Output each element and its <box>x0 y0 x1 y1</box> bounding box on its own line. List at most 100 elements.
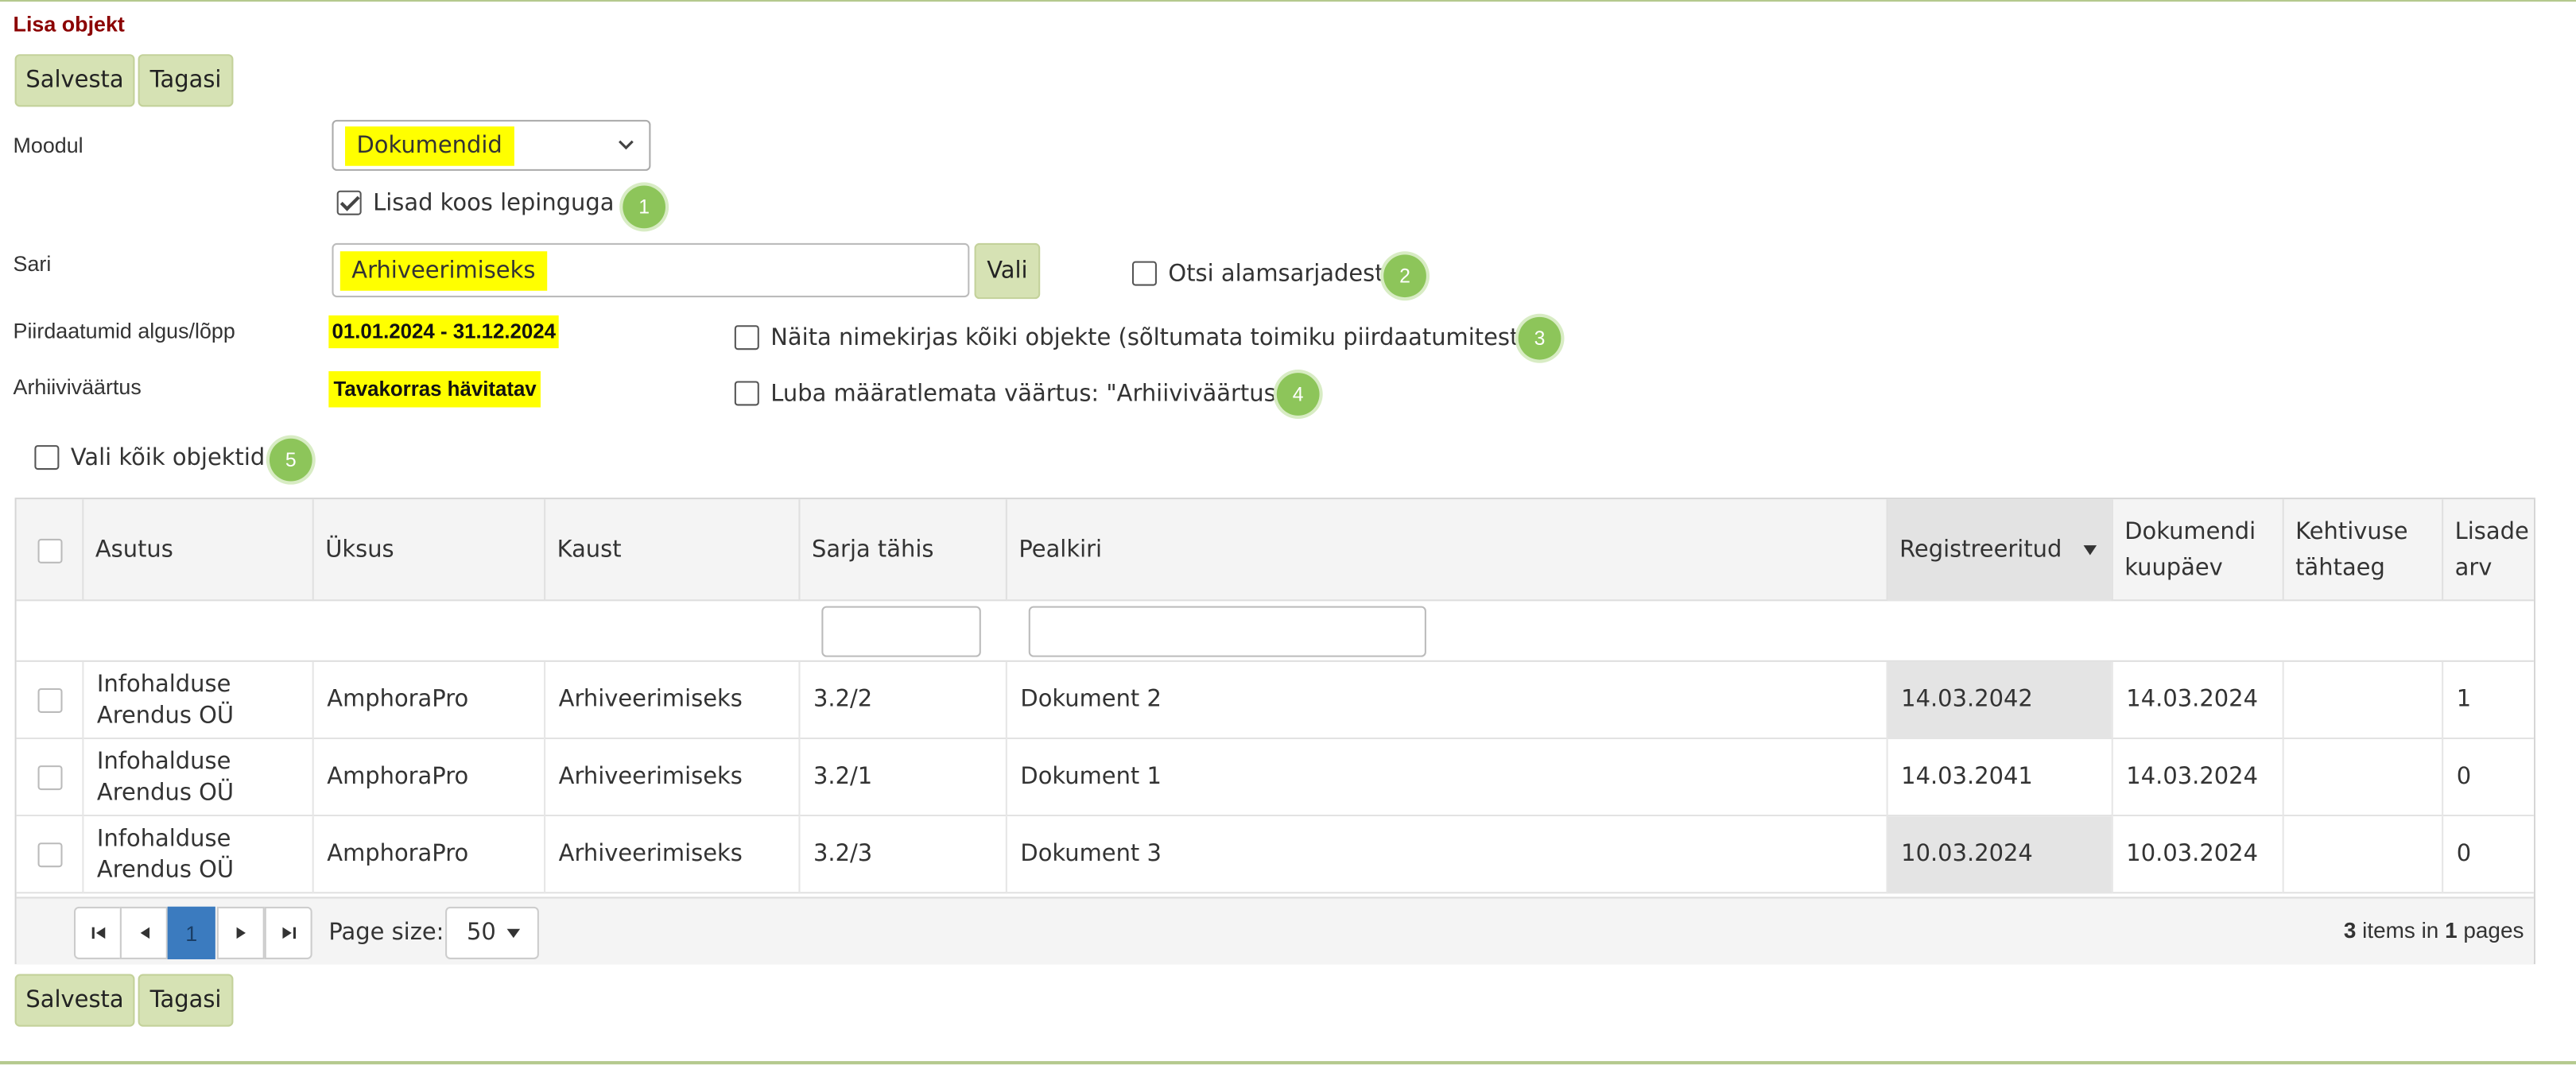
last-page-button[interactable] <box>264 906 312 959</box>
archive-label: Arhiiviväärtus <box>13 374 142 400</box>
cell-registreeritud: 14.03.2042 <box>1886 661 2112 740</box>
next-page-button[interactable] <box>216 906 265 959</box>
back-button[interactable]: Tagasi <box>138 54 234 107</box>
cell-kehtivuse-tahtaeg <box>2282 816 2442 894</box>
cell-yksus: AmphoraPro <box>312 816 544 894</box>
allow-undefined-checkbox[interactable] <box>734 381 759 406</box>
cell-sarja-tahis: 3.2/1 <box>798 739 1005 817</box>
cell-kaust: Arhiveerimiseks <box>544 739 798 817</box>
row-select-cell <box>17 662 83 739</box>
grid-header: Asutus Üksus Kaust Sarja tähis Pealkiri … <box>16 499 2534 602</box>
cell-sarja-tahis: 3.2/3 <box>798 816 1005 894</box>
row-checkbox[interactable] <box>37 687 62 713</box>
row-checkbox[interactable] <box>37 842 62 868</box>
cell-pealkiri: Dokument 2 <box>1005 661 1887 740</box>
cell-pealkiri: Dokument 1 <box>1005 739 1887 817</box>
caret-down-icon <box>506 928 520 938</box>
cell-asutus: Infohalduse Arendus OÜ <box>82 661 312 740</box>
module-select[interactable]: Dokumendid <box>332 119 651 171</box>
table-row[interactable]: Infohalduse Arendus OÜ AmphoraPro Arhive… <box>16 661 2534 740</box>
series-input[interactable]: Arhiveerimiseks <box>332 242 970 298</box>
header-select-all-checkbox[interactable] <box>37 537 62 563</box>
cell-registreeritud: 10.03.2024 <box>1886 816 2112 894</box>
help-badge-1: 1 <box>623 185 666 229</box>
module-value: Dokumendid <box>345 126 514 166</box>
cell-dokumendi-kuupaev: 14.03.2024 <box>2111 739 2283 817</box>
cell-lisade-arv: 0 <box>2442 816 2534 894</box>
grid-pager: 1 Page size: 50 3 items in 1 pages <box>16 897 2534 965</box>
column-header-dokumendi-kuupaev[interactable]: Dokumendi kuupäev <box>2111 499 2283 602</box>
cell-asutus: Infohalduse Arendus OÜ <box>82 739 312 817</box>
help-badge-4: 4 <box>1276 373 1320 416</box>
period-label: Piirdaatumid algus/lõpp <box>13 318 235 343</box>
items-text: items in <box>2362 918 2439 943</box>
help-badge-2: 2 <box>1383 254 1426 298</box>
save-button-bottom[interactable]: Salvesta <box>14 974 135 1027</box>
column-header-registreeritud[interactable]: Registreeritud <box>1886 499 2112 602</box>
page-title: Lisa objekt <box>13 11 125 37</box>
series-label: Sari <box>13 251 52 277</box>
filter-row <box>16 601 2534 662</box>
page-size-select[interactable]: 50 <box>445 906 539 959</box>
cell-lisade-arv: 1 <box>2442 661 2534 740</box>
subseries-checkbox[interactable] <box>1131 261 1157 286</box>
cell-kaust: Arhiveerimiseks <box>544 816 798 894</box>
cell-kehtivuse-tahtaeg <box>2282 739 2442 817</box>
page-size-value: 50 <box>466 920 496 947</box>
column-header-yksus[interactable]: Üksus <box>312 499 544 602</box>
cell-yksus: AmphoraPro <box>312 661 544 740</box>
help-badge-3: 3 <box>1518 316 1562 360</box>
help-badge-5: 5 <box>269 438 312 482</box>
cell-yksus: AmphoraPro <box>312 739 544 817</box>
column-header-kaust[interactable]: Kaust <box>544 499 798 602</box>
last-page-icon <box>281 927 295 939</box>
bottom-border <box>0 1061 2576 1065</box>
objects-grid: Asutus Üksus Kaust Sarja tähis Pealkiri … <box>14 498 2535 965</box>
select-all-checkbox-label: Vali kõik objektid <box>70 445 266 472</box>
prev-page-icon <box>139 927 149 939</box>
table-row[interactable]: Infohalduse Arendus OÜ AmphoraPro Arhive… <box>16 739 2534 817</box>
cell-sarja-tahis: 3.2/2 <box>798 661 1005 740</box>
header-select-cell <box>17 499 83 601</box>
cell-pealkiri: Dokument 3 <box>1005 816 1887 894</box>
show-all-checkbox-label: Näita nimekirjas kõiki objekte (sõltumat… <box>770 325 1528 352</box>
row-checkbox[interactable] <box>37 765 62 791</box>
choose-series-button[interactable]: Vali <box>974 242 1041 300</box>
table-row[interactable]: Infohalduse Arendus OÜ AmphoraPro Arhive… <box>16 816 2534 894</box>
period-value: 01.01.2024 - 31.12.2024 <box>328 315 560 349</box>
column-header-lisade-arv[interactable]: Lisade arv <box>2442 499 2534 602</box>
cell-dokumendi-kuupaev: 14.03.2024 <box>2111 661 2283 740</box>
items-count: 3 <box>2343 918 2357 943</box>
show-all-checkbox[interactable] <box>734 325 759 350</box>
cell-kaust: Arhiveerimiseks <box>544 661 798 740</box>
back-button-bottom[interactable]: Tagasi <box>138 974 234 1027</box>
archive-value: Tavakorras hävitatav <box>328 371 541 408</box>
prev-page-button[interactable] <box>119 906 168 959</box>
page-button-current[interactable]: 1 <box>167 906 215 959</box>
top-border <box>0 0 2576 2</box>
module-label: Moodul <box>13 133 83 158</box>
sort-desc-icon <box>2083 545 2097 556</box>
cell-dokumendi-kuupaev: 10.03.2024 <box>2111 816 2283 894</box>
filter-sarja-tahis-input[interactable] <box>821 606 981 657</box>
allow-undefined-checkbox-label: Luba määratlemata väärtus: "Arhiiviväärt… <box>770 381 1286 408</box>
save-button[interactable]: Salvesta <box>14 54 135 107</box>
contract-checkbox-label: Lisad koos lepinguga <box>373 190 615 217</box>
column-header-kehtivuse-tahtaeg-label: Kehtivuse tähtaeg <box>2295 519 2408 582</box>
column-header-sarja-tahis[interactable]: Sarja tähis <box>798 499 1005 602</box>
column-header-pealkiri[interactable]: Pealkiri <box>1005 499 1887 602</box>
next-page-icon <box>235 927 245 939</box>
filter-pealkiri-input[interactable] <box>1028 606 1426 657</box>
series-value: Arhiveerimiseks <box>339 251 547 291</box>
first-page-icon <box>91 927 105 939</box>
column-header-asutus[interactable]: Asutus <box>82 499 312 602</box>
contract-checkbox[interactable] <box>336 190 362 215</box>
pages-text: pages <box>2463 918 2524 943</box>
select-all-checkbox[interactable] <box>34 445 60 471</box>
first-page-button[interactable] <box>74 906 122 959</box>
row-select-cell <box>17 739 83 816</box>
cell-registreeritud: 14.03.2041 <box>1886 739 2112 817</box>
column-header-kehtivuse-tahtaeg[interactable]: Kehtivuse tähtaeg <box>2282 499 2442 602</box>
pager-info: 3 items in 1 pages <box>2344 918 2524 943</box>
cell-lisade-arv: 0 <box>2442 739 2534 817</box>
